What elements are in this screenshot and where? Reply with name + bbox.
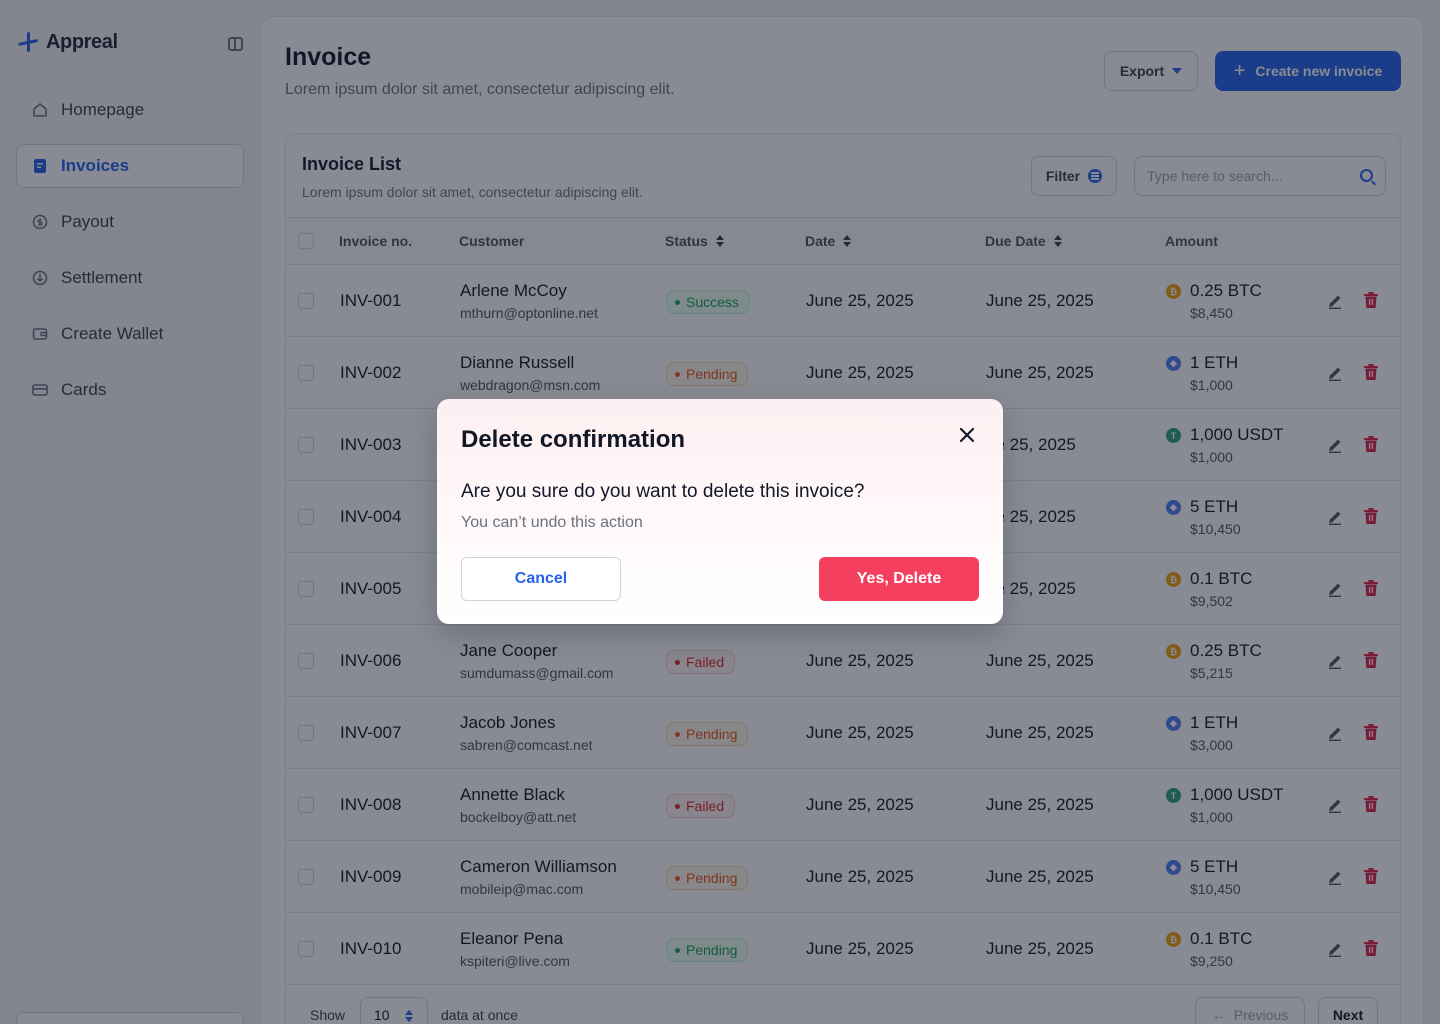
modal-title: Delete confirmation — [461, 426, 686, 453]
cancel-button[interactable]: Cancel — [461, 557, 621, 601]
close-icon[interactable] — [957, 425, 977, 445]
modal-question: Are you sure do you want to delete this … — [461, 481, 865, 502]
delete-confirmation-modal: Delete confirmation Are you sure do you … — [437, 399, 1003, 624]
confirm-delete-button[interactable]: Yes, Delete — [819, 557, 979, 601]
modal-note: You can’t undo this action — [461, 514, 643, 531]
